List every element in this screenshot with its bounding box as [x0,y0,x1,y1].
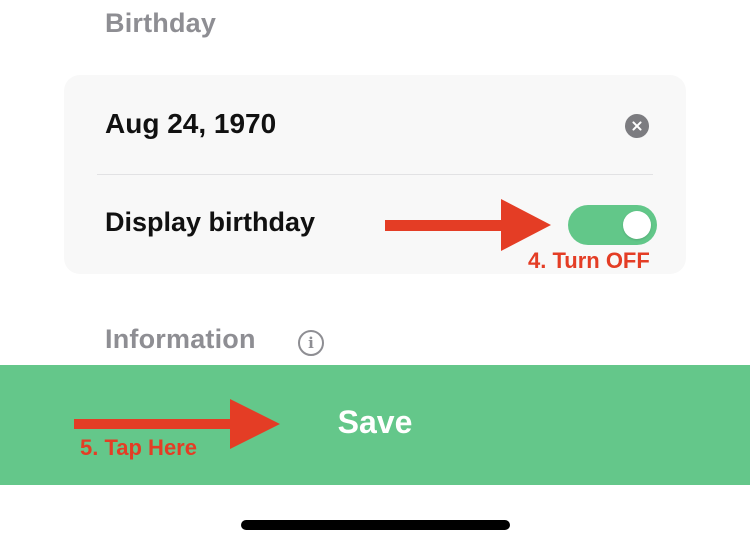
display-birthday-toggle[interactable] [568,205,657,245]
birthday-date-field[interactable]: Aug 24, 1970 [105,108,276,140]
annotation-step5: 5. Tap Here [80,435,197,460]
toggle-knob [623,211,651,239]
annotation-arrow-step4 [385,199,551,251]
birthday-section-title: Birthday [105,8,217,38]
clear-icon[interactable] [625,114,649,138]
annotation-step4: 4. Turn OFF [528,248,650,273]
display-birthday-label: Display birthday [105,207,316,237]
divider [97,174,653,175]
info-icon[interactable]: i [298,330,324,356]
home-indicator [241,520,510,530]
information-section-title: Information [105,324,256,354]
